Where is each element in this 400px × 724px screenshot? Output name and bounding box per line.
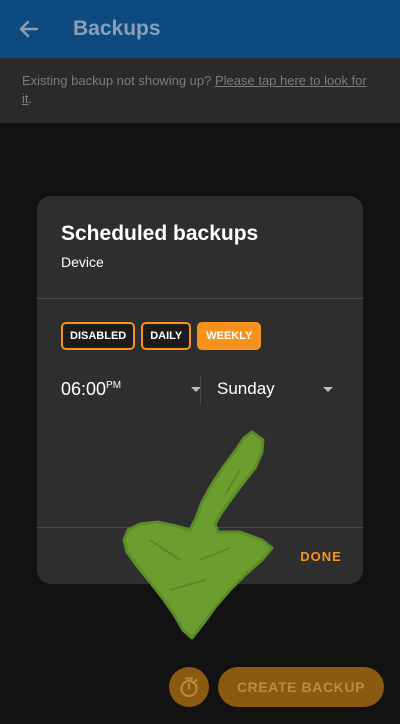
create-backup-button[interactable]: CREATE BACKUP [218, 667, 384, 707]
arrow-left-icon [19, 20, 39, 38]
done-button[interactable]: DONE [293, 542, 349, 570]
banner-text: Existing backup not showing up? [22, 73, 215, 88]
day-dropdown[interactable]: Sunday [217, 374, 333, 404]
banner-tail: . [28, 91, 33, 106]
time-value: 06:00PM [61, 378, 122, 399]
chip-disabled[interactable]: DISABLED [61, 322, 136, 350]
divider [37, 298, 363, 299]
divider [37, 527, 363, 528]
frequency-chips: DISABLED DAILY WEEKLY [61, 322, 262, 350]
scheduled-backups-dialog: Scheduled backups Device DISABLED DAILY … [37, 196, 363, 584]
dialog-subtitle: Device [61, 254, 104, 270]
chip-weekly[interactable]: WEEKLY [197, 322, 262, 350]
day-value: Sunday [217, 379, 275, 398]
back-button[interactable] [0, 0, 58, 58]
schedule-timer-button[interactable] [169, 667, 209, 707]
chevron-down-icon [323, 386, 333, 392]
timer-icon [180, 677, 198, 697]
field-separator [200, 376, 201, 404]
time-dropdown[interactable]: 06:00PM [61, 374, 201, 404]
chip-daily[interactable]: DAILY [141, 322, 192, 350]
page-title: Backups [73, 17, 161, 40]
dialog-title: Scheduled backups [61, 222, 259, 245]
backup-hint-banner: Existing backup not showing up? Please t… [0, 58, 400, 123]
app-bar: Backups [0, 0, 400, 58]
